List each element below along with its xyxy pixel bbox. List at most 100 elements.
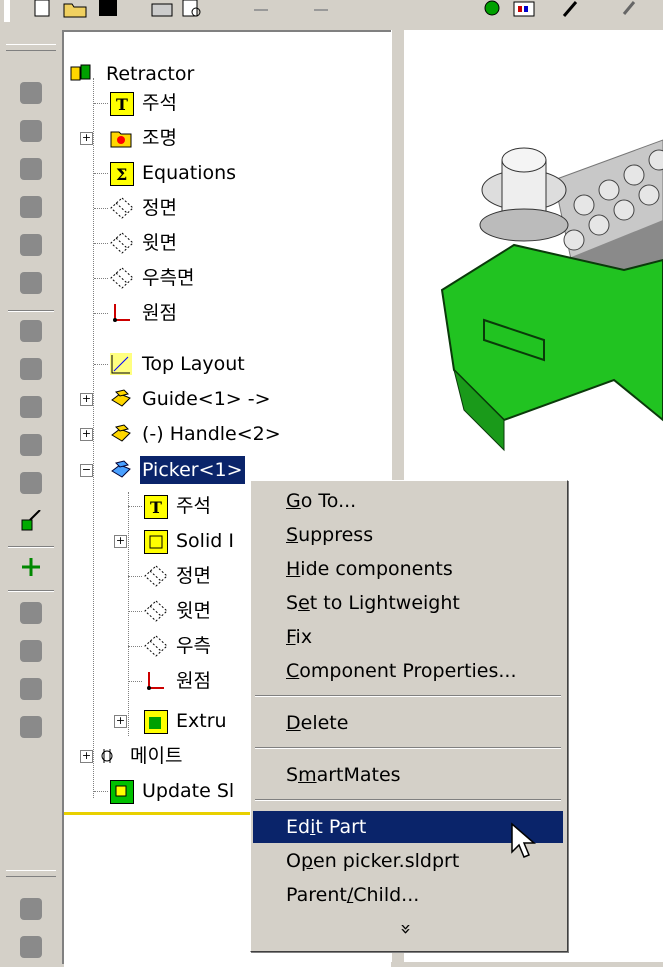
draft-tool-icon[interactable] xyxy=(20,472,42,494)
expand-icon[interactable]: + xyxy=(80,132,93,145)
more-tools-icon[interactable] xyxy=(620,0,646,22)
new-document-icon[interactable] xyxy=(30,0,56,22)
menu-item-set-lightweight[interactable]: Set to Lightweight xyxy=(253,587,563,619)
print-icon[interactable] xyxy=(150,0,176,22)
toolbar-grip xyxy=(6,870,56,877)
menu-item-label-post: en picker.sldprt xyxy=(313,850,460,872)
expand-icon[interactable]: + xyxy=(80,750,93,763)
menu-item-label-post: artMates xyxy=(316,764,401,786)
menu-expand-chevron-icon[interactable]: » xyxy=(390,914,422,944)
menu-item-mnemonic: G xyxy=(286,490,301,512)
menu-item-fix[interactable]: Fix xyxy=(253,621,563,653)
tree-item-label: 메이트 xyxy=(130,745,183,767)
menu-item-suppress[interactable]: Suppress xyxy=(253,519,563,551)
menu-item-go-to[interactable]: Go To... xyxy=(253,485,563,517)
menu-item-label-post: Child... xyxy=(353,884,420,906)
tree-item-label: Top Layout xyxy=(142,353,245,375)
menu-item-label-post: elete xyxy=(300,712,349,734)
annotations-icon: T xyxy=(144,495,168,519)
expand-icon[interactable]: + xyxy=(80,393,93,406)
expand-icon[interactable]: + xyxy=(114,715,127,728)
menu-item-label-post: t to Lightweight xyxy=(309,592,460,614)
plane-icon xyxy=(144,600,168,622)
tree-item-label: 우측면 xyxy=(142,267,195,289)
circular-pattern-icon[interactable] xyxy=(20,640,42,662)
menu-item-hide-components[interactable]: Hide components xyxy=(253,553,563,585)
menu-item-mnemonic: D xyxy=(286,712,301,734)
shell-tool-icon[interactable] xyxy=(20,434,42,456)
expand-icon[interactable]: + xyxy=(80,428,93,441)
tree-connector xyxy=(128,492,129,736)
fillet-tool-icon[interactable] xyxy=(20,320,42,342)
pattern-tool-icon[interactable] xyxy=(20,602,42,624)
annotations-icon: T xyxy=(110,92,134,116)
menu-item-label-post: uppress xyxy=(298,524,374,546)
tree-connector xyxy=(94,313,108,314)
menu-item-label-pre: S xyxy=(286,764,299,786)
toolbar-separator xyxy=(8,546,54,548)
toolbar-grip xyxy=(4,0,10,22)
surface-tool-icon[interactable] xyxy=(20,898,42,920)
undo-icon[interactable] xyxy=(250,0,276,22)
mates-icon xyxy=(100,745,122,767)
tree-item-label: 윗면 xyxy=(176,600,211,622)
menu-item-label-pre: Ed xyxy=(286,816,311,838)
tree-connector xyxy=(94,791,108,792)
mirror-tool-icon[interactable] xyxy=(20,678,42,700)
tree-item-label: 원점 xyxy=(176,670,211,692)
toolbar-grip xyxy=(6,44,56,51)
tree-connector xyxy=(128,611,142,612)
tree-item-label: 정면 xyxy=(176,565,211,587)
tree-connector xyxy=(128,576,142,577)
rib-tool-icon[interactable] xyxy=(20,396,42,418)
menu-item-label-pre: O xyxy=(286,850,301,872)
curve-tool-icon[interactable] xyxy=(20,936,42,958)
assembly-icon xyxy=(70,63,92,85)
component-icon xyxy=(110,388,132,410)
extrude-tool-icon[interactable] xyxy=(20,120,42,142)
menu-item-parent-child[interactable]: Parent/Child... xyxy=(253,879,563,911)
component-icon xyxy=(110,459,132,481)
open-folder-icon[interactable] xyxy=(62,0,88,22)
save-icon[interactable] xyxy=(96,0,122,22)
menu-item-mnemonic: e xyxy=(298,592,310,614)
menu-separator xyxy=(255,695,561,697)
svg-text:Σ: Σ xyxy=(116,165,127,184)
menu-item-label-post: ix xyxy=(295,626,313,648)
pointer-tool-icon[interactable] xyxy=(560,0,586,22)
bell-tool-icon[interactable] xyxy=(20,272,42,294)
tree-connector xyxy=(94,243,108,244)
update-icon xyxy=(110,780,134,804)
tree-item-label: 조명 xyxy=(142,127,177,149)
magic-wand-icon[interactable] xyxy=(20,509,42,532)
loft-tool-icon[interactable] xyxy=(20,234,42,256)
tree-item-label: Picker<1> xyxy=(140,456,245,484)
menu-item-smartmates[interactable]: SmartMates xyxy=(253,759,563,791)
chamfer-tool-icon[interactable] xyxy=(20,358,42,380)
collapse-icon[interactable]: − xyxy=(80,464,93,477)
move-component-icon[interactable] xyxy=(20,556,42,578)
rebuild-icon[interactable] xyxy=(480,0,506,22)
equations-icon: Σ xyxy=(110,162,134,186)
tree-connector xyxy=(94,364,108,365)
redo-icon[interactable] xyxy=(310,0,336,22)
sketch-tool-icon[interactable] xyxy=(20,82,42,104)
print-preview-icon[interactable] xyxy=(180,0,206,22)
expand-icon[interactable]: + xyxy=(114,535,127,548)
options-icon[interactable] xyxy=(512,0,538,22)
tree-item-label: Guide<1> -> xyxy=(142,388,271,410)
menu-item-mnemonic: m xyxy=(298,764,317,786)
solid-bodies-icon xyxy=(144,530,168,554)
menu-item-label-pre: Parent xyxy=(286,884,347,906)
plane-icon xyxy=(110,267,134,289)
sweep-tool-icon[interactable] xyxy=(20,196,42,218)
toolbar-separator xyxy=(8,590,54,592)
tree-connector xyxy=(128,646,142,647)
curve-pattern-icon[interactable] xyxy=(20,716,42,738)
tree-root-label: Retractor xyxy=(106,63,195,85)
revolve-tool-icon[interactable] xyxy=(20,158,42,180)
tree-connector xyxy=(128,506,142,507)
tree-item-label: Extru xyxy=(176,710,227,732)
menu-item-component-properties[interactable]: Component Properties... xyxy=(253,655,563,687)
menu-item-delete[interactable]: Delete xyxy=(253,707,563,739)
